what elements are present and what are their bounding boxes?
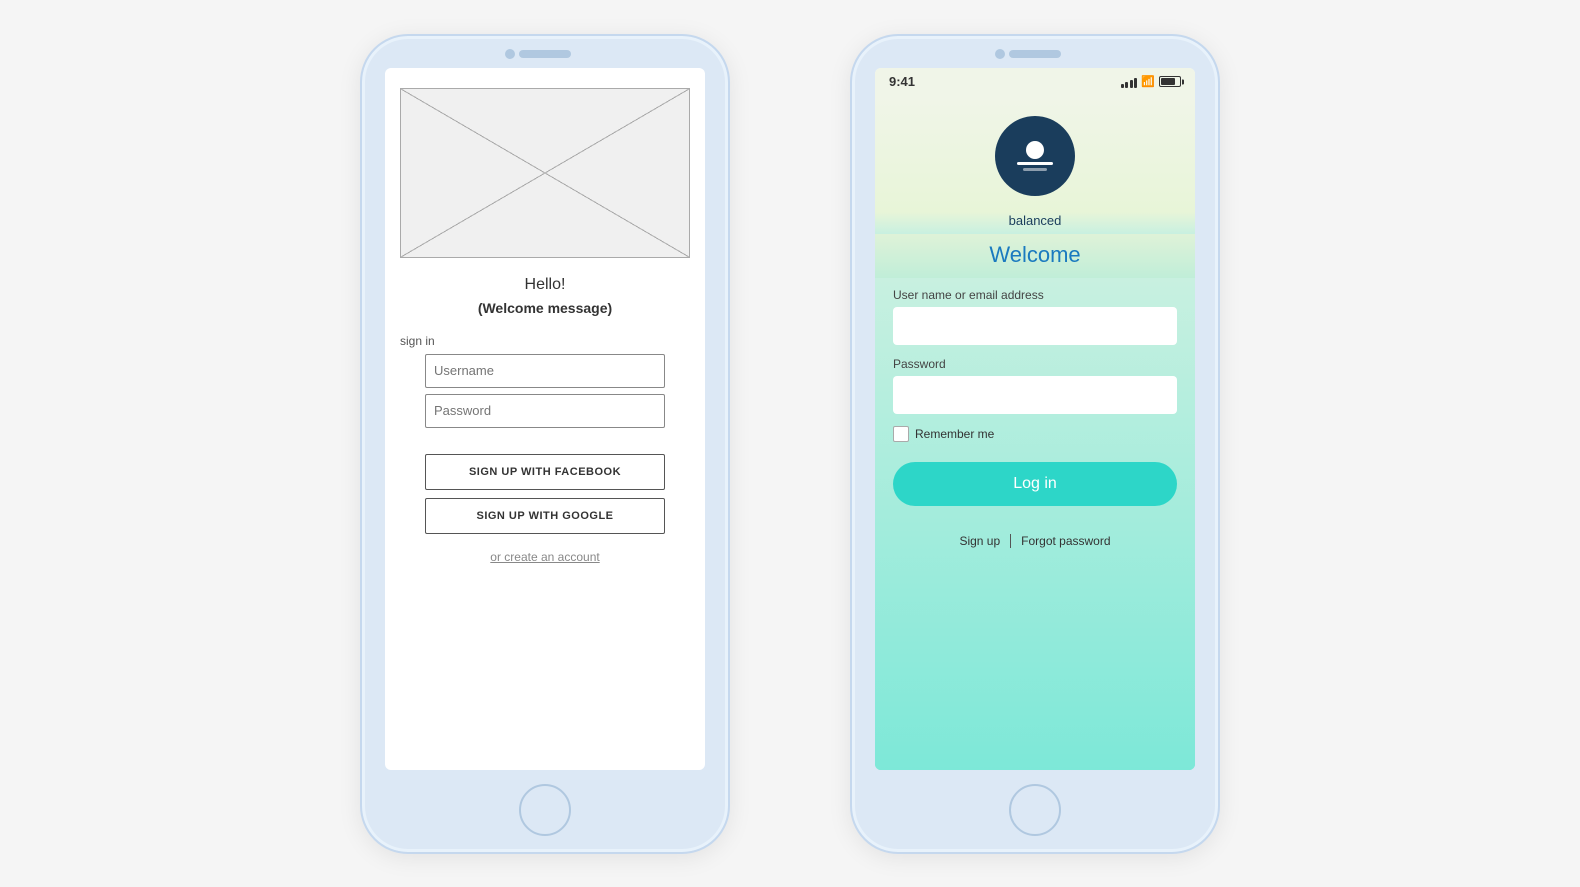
password-label: Password — [893, 357, 946, 371]
status-time: 9:41 — [889, 74, 915, 89]
status-icons: 📶 — [1121, 75, 1181, 88]
welcome-message-text: (Welcome message) — [478, 300, 612, 316]
balanced-phone: 9:41 📶 — [850, 34, 1220, 854]
app-name-label: balanced — [1009, 213, 1062, 228]
logo-line — [1017, 162, 1053, 165]
app-logo — [995, 116, 1075, 196]
remember-me-row: Remember me — [893, 426, 994, 442]
phone-top-bar — [362, 36, 728, 68]
logo-circle — [1026, 141, 1044, 159]
google-signup-button[interactable]: SIGN UP WITH GOOGLE — [425, 498, 665, 534]
wireframe-phone: Hello! (Welcome message) sign in SIGN UP… — [360, 34, 730, 854]
password-input-balanced[interactable] — [893, 376, 1177, 414]
remember-me-checkbox[interactable] — [893, 426, 909, 442]
signal-bars-icon — [1121, 76, 1138, 88]
username-label: User name or email address — [893, 288, 1044, 302]
username-email-input[interactable] — [893, 307, 1177, 345]
signin-label: sign in — [400, 334, 435, 348]
form-area: User name or email address Password Reme… — [875, 278, 1195, 770]
wifi-icon: 📶 — [1141, 75, 1155, 88]
status-bar: 9:41 📶 — [875, 68, 1195, 96]
facebook-signup-button[interactable]: SIGN UP WITH FACEBOOK — [425, 454, 665, 490]
remember-me-label: Remember me — [915, 427, 994, 441]
balanced-screen: 9:41 📶 — [875, 68, 1195, 770]
login-button[interactable]: Log in — [893, 462, 1177, 506]
signup-link[interactable]: Sign up — [959, 534, 1000, 548]
bottom-links: Sign up Forgot password — [959, 534, 1110, 548]
phone-top-bar-2 — [852, 36, 1218, 68]
home-button[interactable] — [519, 784, 571, 836]
username-input[interactable] — [425, 354, 665, 388]
placeholder-image — [400, 88, 690, 258]
wireframe-screen: Hello! (Welcome message) sign in SIGN UP… — [385, 68, 705, 770]
links-divider — [1010, 534, 1011, 548]
home-button-2[interactable] — [1009, 784, 1061, 836]
create-account-link[interactable]: or create an account — [490, 550, 599, 564]
logo-line-short — [1023, 168, 1047, 171]
welcome-heading: Welcome — [989, 242, 1080, 267]
front-camera-icon-2 — [995, 49, 1005, 59]
forgot-password-link[interactable]: Forgot password — [1021, 534, 1110, 548]
logo-area — [875, 96, 1195, 212]
hello-text: Hello! — [525, 276, 566, 294]
speaker-icon — [519, 50, 571, 58]
battery-icon — [1159, 76, 1181, 87]
front-camera-icon — [505, 49, 515, 59]
speaker-icon-2 — [1009, 50, 1061, 58]
password-input[interactable] — [425, 394, 665, 428]
